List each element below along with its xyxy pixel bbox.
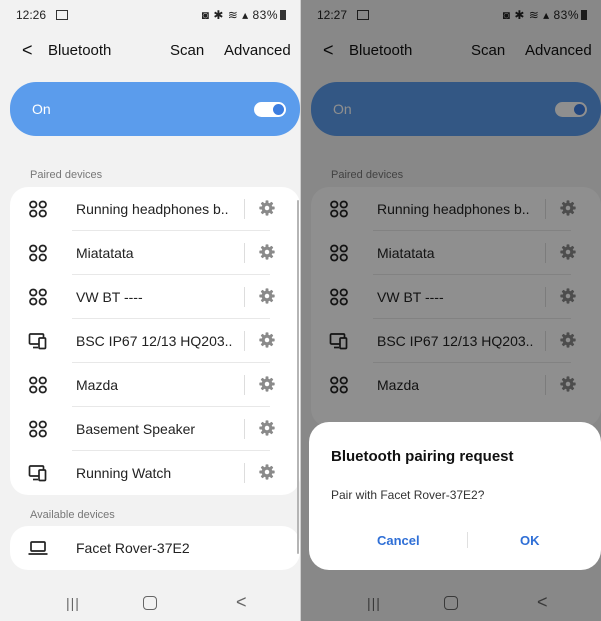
device-name: Mazda <box>76 377 119 393</box>
gear-icon[interactable] <box>258 331 276 349</box>
dialog-title: Bluetooth pairing request <box>331 448 514 465</box>
device-row[interactable]: Mazda <box>10 363 300 407</box>
available-devices-label: Available devices <box>30 509 115 521</box>
ok-button[interactable]: OK <box>520 533 540 548</box>
battery-icon <box>280 10 286 20</box>
pairing-request-dialog: Bluetooth pairing request Pair with Face… <box>309 422 601 570</box>
row-divider <box>244 419 245 439</box>
device-name: Basement Speaker <box>76 421 196 437</box>
dialog-button-divider <box>467 532 468 548</box>
device-row[interactable]: BSC IP67 12/13 HQ203.. <box>10 319 300 363</box>
headphones-icon <box>28 244 48 262</box>
image-notification-icon <box>56 10 68 20</box>
computer-phone-icon <box>28 332 48 350</box>
headphones-icon <box>28 420 48 438</box>
switch-knob <box>273 104 284 115</box>
toggle-label: On <box>32 101 51 117</box>
device-name: Running headphones b.. <box>76 201 229 217</box>
back-arrow-icon[interactable]: < <box>22 41 33 59</box>
nav-back-icon[interactable]: < <box>236 592 247 613</box>
gear-icon[interactable] <box>258 463 276 481</box>
gear-icon[interactable] <box>258 375 276 393</box>
laptop-icon <box>28 539 48 557</box>
device-name: Running Watch <box>76 465 172 481</box>
paired-devices-list: Running headphones b.. Miatatata VW BT ---… <box>10 187 300 495</box>
advanced-button[interactable]: Advanced <box>224 42 291 59</box>
headphones-icon <box>28 376 48 394</box>
paired-devices-label: Paired devices <box>30 169 103 181</box>
device-row[interactable]: Running Watch <box>10 451 300 495</box>
headphones-icon <box>28 288 48 306</box>
phone-pairing-dialog: 12:27 ◙ ✱ ≋ ▴ 83% < Bluetooth Scan Advan… <box>301 0 601 621</box>
row-divider <box>244 287 245 307</box>
gear-icon[interactable] <box>258 199 276 217</box>
page-title: Bluetooth <box>48 42 112 59</box>
device-row[interactable]: Miatatata <box>10 231 300 275</box>
device-name: BSC IP67 12/13 HQ203.. <box>76 333 233 349</box>
device-name: VW BT ---- <box>76 289 143 305</box>
status-indicators: ◙ ✱ ≋ ▴ 83% <box>201 8 278 22</box>
device-row[interactable]: VW BT ---- <box>10 275 300 319</box>
device-row[interactable]: Running headphones b.. <box>10 187 300 231</box>
status-time: 12:26 <box>16 8 47 22</box>
row-divider <box>244 199 245 219</box>
device-row[interactable]: Basement Speaker <box>10 407 300 451</box>
recent-apps-icon[interactable]: ||| <box>66 595 80 611</box>
row-divider <box>244 243 245 263</box>
gear-icon[interactable] <box>258 419 276 437</box>
app-bar: < Bluetooth Scan Advanced <box>0 34 300 70</box>
row-divider <box>244 463 245 483</box>
computer-phone-icon <box>28 464 48 482</box>
row-divider <box>244 331 245 351</box>
bluetooth-toggle-card[interactable]: On <box>10 82 300 136</box>
scrollbar[interactable] <box>297 200 299 554</box>
cancel-button[interactable]: Cancel <box>377 533 420 548</box>
status-bar: 12:26 ◙ ✱ ≋ ▴ 83% <box>0 0 300 34</box>
phone-before-pairing: 12:26 ◙ ✱ ≋ ▴ 83% < Bluetooth Scan Advan… <box>0 0 300 621</box>
screenshot-stage: 12:26 ◙ ✱ ≋ ▴ 83% < Bluetooth Scan Advan… <box>0 0 601 621</box>
available-devices-list: Facet Rover-37E2 <box>10 526 300 570</box>
home-icon[interactable] <box>143 596 157 610</box>
device-name: Facet Rover-37E2 <box>76 540 190 556</box>
dialog-message: Pair with Facet Rover-37E2? <box>331 488 485 502</box>
device-row[interactable]: Facet Rover-37E2 <box>10 526 300 570</box>
device-name: Miatatata <box>76 245 134 261</box>
gear-icon[interactable] <box>258 287 276 305</box>
scan-button[interactable]: Scan <box>170 42 204 59</box>
row-divider <box>244 375 245 395</box>
navigation-bar: ||| < <box>0 587 300 621</box>
bluetooth-switch[interactable] <box>254 102 286 117</box>
gear-icon[interactable] <box>258 243 276 261</box>
headphones-icon <box>28 200 48 218</box>
